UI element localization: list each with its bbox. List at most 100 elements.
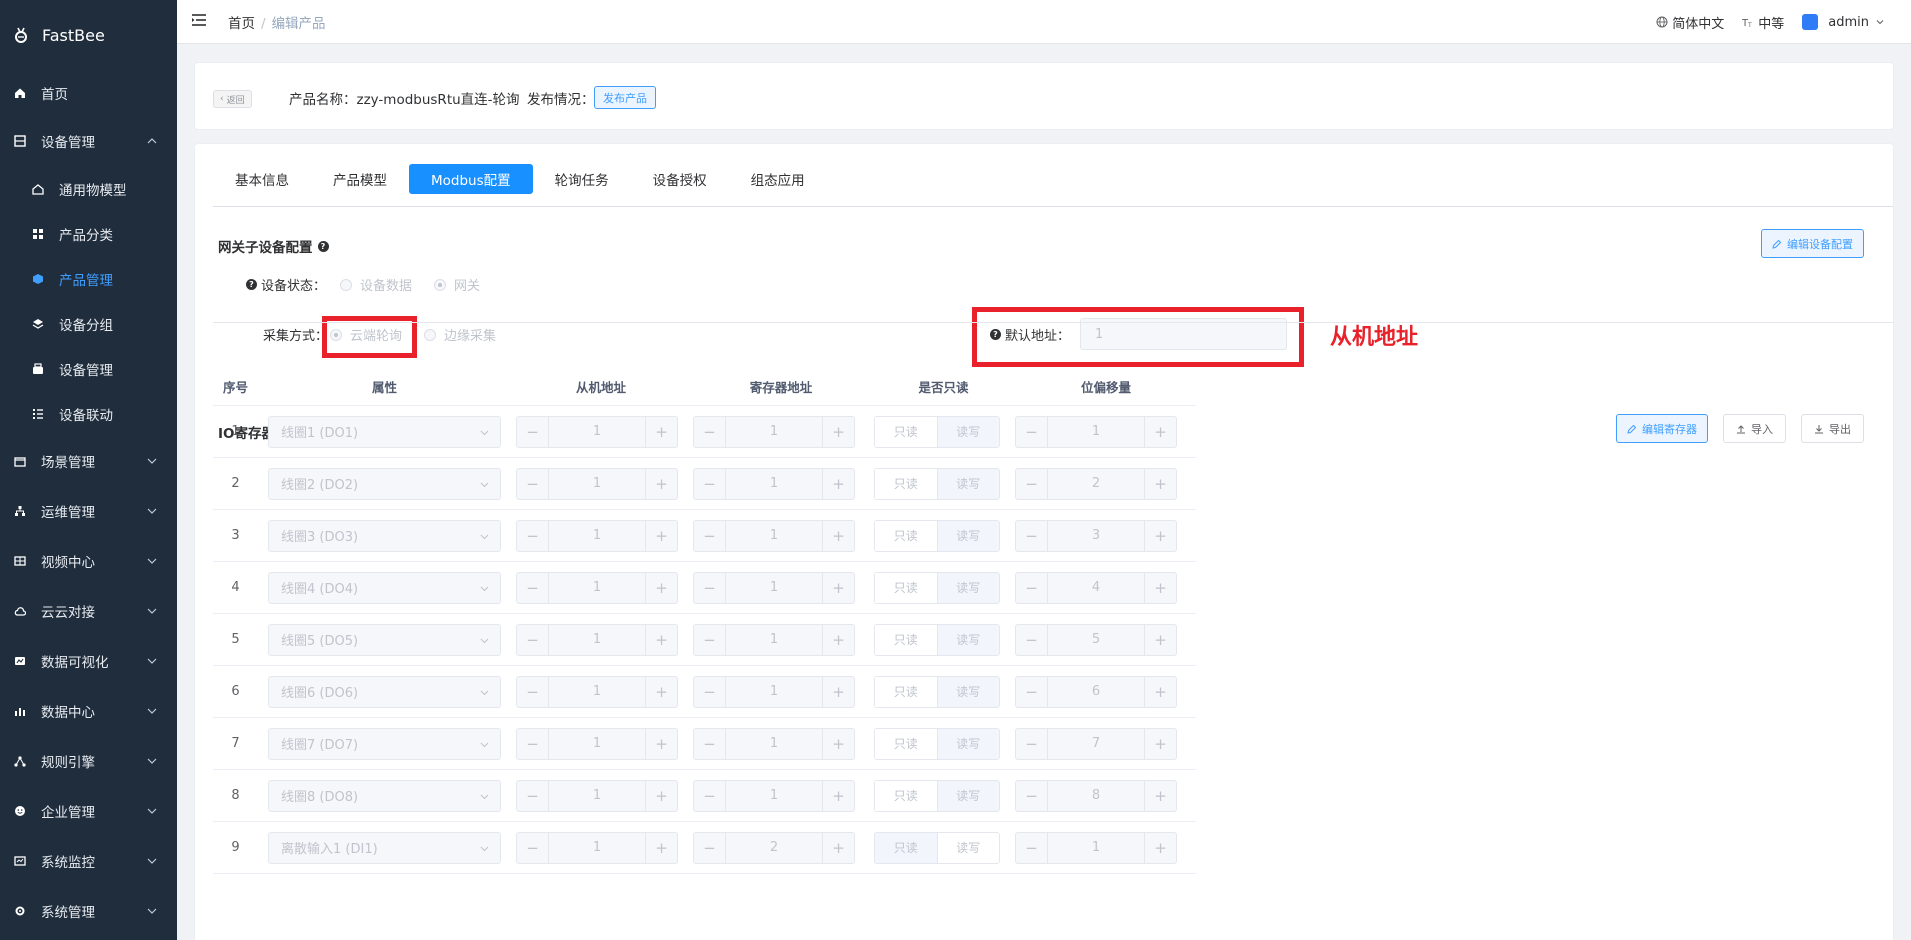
sidebar-item-thing-model[interactable]: 通用物模型 — [0, 166, 177, 211]
tab-modbus-config[interactable]: Modbus配置 — [409, 164, 533, 194]
register-address-stepper[interactable]: −1 + — [693, 727, 855, 760]
plus-button[interactable]: + — [645, 832, 677, 863]
sidebar-item-system-management[interactable]: 系统管理 — [0, 886, 177, 936]
export-button[interactable]: 导出 — [1801, 414, 1864, 443]
sidebar-item-video-center[interactable]: 视频中心 — [0, 536, 177, 586]
readonly-option[interactable]: 只读 — [875, 728, 938, 759]
readonly-toggle[interactable]: 只读 读写 — [874, 675, 1000, 708]
bit-offset-stepper[interactable]: −1 + — [1015, 831, 1177, 864]
register-address-stepper[interactable]: −1 + — [693, 519, 855, 552]
minus-button[interactable]: − — [517, 572, 549, 603]
readonly-option[interactable]: 只读 — [875, 572, 938, 603]
readonly-option[interactable]: 只读 — [875, 780, 938, 811]
register-address-stepper[interactable]: −1 + — [693, 467, 855, 500]
bit-offset-stepper[interactable]: −6 + — [1015, 675, 1177, 708]
edit-device-config-button[interactable]: 编辑设备配置 — [1761, 229, 1864, 258]
plus-button[interactable]: + — [1144, 728, 1176, 759]
attribute-select[interactable]: 线圈5 (DO5) — [268, 623, 501, 656]
minus-button[interactable]: − — [1016, 468, 1048, 499]
minus-button[interactable]: − — [694, 520, 726, 551]
minus-button[interactable]: − — [1016, 832, 1048, 863]
register-address-stepper[interactable]: −1 + — [693, 415, 855, 448]
readonly-option[interactable]: 只读 — [875, 624, 938, 655]
sidebar-item-ops-management[interactable]: 运维管理 — [0, 486, 177, 536]
minus-button[interactable]: − — [1016, 676, 1048, 707]
minus-button[interactable]: − — [694, 416, 726, 447]
slave-address-value[interactable]: 1 — [549, 417, 645, 447]
minus-button[interactable]: − — [517, 780, 549, 811]
minus-button[interactable]: − — [1016, 572, 1048, 603]
readonly-toggle[interactable]: 只读 读写 — [874, 415, 1000, 448]
sidebar-item-rule-engine[interactable]: 规则引擎 — [0, 736, 177, 786]
readwrite-option[interactable]: 读写 — [937, 832, 999, 863]
plus-button[interactable]: + — [822, 832, 854, 863]
bit-offset-value[interactable]: 8 — [1048, 781, 1144, 811]
bit-offset-value[interactable]: 4 — [1048, 573, 1144, 603]
import-button[interactable]: 导入 — [1723, 414, 1786, 443]
sidebar-item-data-center[interactable]: 数据中心 — [0, 686, 177, 736]
minus-button[interactable]: − — [694, 728, 726, 759]
plus-button[interactable]: + — [822, 624, 854, 655]
edit-register-button[interactable]: 编辑寄存器 — [1616, 414, 1708, 443]
readwrite-option[interactable]: 读写 — [937, 728, 999, 759]
plus-button[interactable]: + — [822, 416, 854, 447]
sidebar-item-device-linkage[interactable]: 设备联动 — [0, 391, 177, 436]
slave-address-stepper[interactable]: −1 + — [516, 415, 678, 448]
readonly-option[interactable]: 只读 — [875, 676, 938, 707]
readwrite-option[interactable]: 读写 — [937, 416, 999, 447]
publish-button[interactable]: 发布产品 — [594, 86, 656, 109]
register-address-value[interactable]: 1 — [726, 729, 822, 759]
plus-button[interactable]: + — [822, 468, 854, 499]
attribute-select[interactable]: 线圈2 (DO2) — [268, 467, 501, 500]
register-address-stepper[interactable]: −2 + — [693, 831, 855, 864]
plus-button[interactable]: + — [645, 468, 677, 499]
plus-button[interactable]: + — [822, 780, 854, 811]
slave-address-value[interactable]: 1 — [549, 521, 645, 551]
minus-button[interactable]: − — [517, 416, 549, 447]
minus-button[interactable]: − — [694, 832, 726, 863]
slave-address-stepper[interactable]: −1 + — [516, 779, 678, 812]
question-icon[interactable]: ? — [317, 240, 329, 252]
bit-offset-stepper[interactable]: −8 + — [1015, 779, 1177, 812]
bit-offset-value[interactable]: 1 — [1048, 833, 1144, 863]
minus-button[interactable]: − — [1016, 520, 1048, 551]
sidebar-item-scene-management[interactable]: 场景管理 — [0, 436, 177, 486]
sidebar-item-device-group[interactable]: 设备分组 — [0, 301, 177, 346]
sidebar-item-product-management[interactable]: 产品管理 — [0, 256, 177, 301]
minus-button[interactable]: − — [694, 572, 726, 603]
minus-button[interactable]: − — [694, 624, 726, 655]
readonly-option[interactable]: 只读 — [875, 520, 938, 551]
readwrite-option[interactable]: 读写 — [937, 468, 999, 499]
bit-offset-value[interactable]: 1 — [1048, 417, 1144, 447]
bit-offset-value[interactable]: 6 — [1048, 677, 1144, 707]
bit-offset-stepper[interactable]: −3 + — [1015, 519, 1177, 552]
language-switch[interactable]: 简体中文 — [1656, 13, 1724, 32]
attribute-select[interactable]: 线圈7 (DO7) — [268, 727, 501, 760]
plus-button[interactable]: + — [645, 416, 677, 447]
logo[interactable]: FastBee — [0, 0, 177, 70]
radio-device-data[interactable]: 设备数据 — [340, 275, 412, 294]
readonly-toggle[interactable]: 只读 读写 — [874, 519, 1000, 552]
readonly-option[interactable]: 只读 — [875, 832, 938, 863]
slave-address-stepper[interactable]: −1 + — [516, 727, 678, 760]
slave-address-value[interactable]: 1 — [549, 677, 645, 707]
minus-button[interactable]: − — [517, 624, 549, 655]
bit-offset-value[interactable]: 3 — [1048, 521, 1144, 551]
register-address-stepper[interactable]: −1 + — [693, 571, 855, 604]
plus-button[interactable]: + — [1144, 520, 1176, 551]
sidebar-item-device-list[interactable]: 设备管理 — [0, 346, 177, 391]
plus-button[interactable]: + — [1144, 832, 1176, 863]
slave-address-value[interactable]: 1 — [549, 781, 645, 811]
register-address-stepper[interactable]: −1 + — [693, 779, 855, 812]
attribute-select[interactable]: 线圈3 (DO3) — [268, 519, 501, 552]
plus-button[interactable]: + — [1144, 624, 1176, 655]
slave-address-value[interactable]: 1 — [549, 729, 645, 759]
bit-offset-stepper[interactable]: −4 + — [1015, 571, 1177, 604]
minus-button[interactable]: − — [517, 520, 549, 551]
question-icon[interactable]: ? — [246, 279, 257, 290]
sidebar-item-system-monitor[interactable]: 系统监控 — [0, 836, 177, 886]
minus-button[interactable]: − — [1016, 728, 1048, 759]
bit-offset-stepper[interactable]: −2 + — [1015, 467, 1177, 500]
tab-scada-app[interactable]: 组态应用 — [729, 164, 827, 194]
tab-device-auth[interactable]: 设备授权 — [631, 164, 729, 194]
